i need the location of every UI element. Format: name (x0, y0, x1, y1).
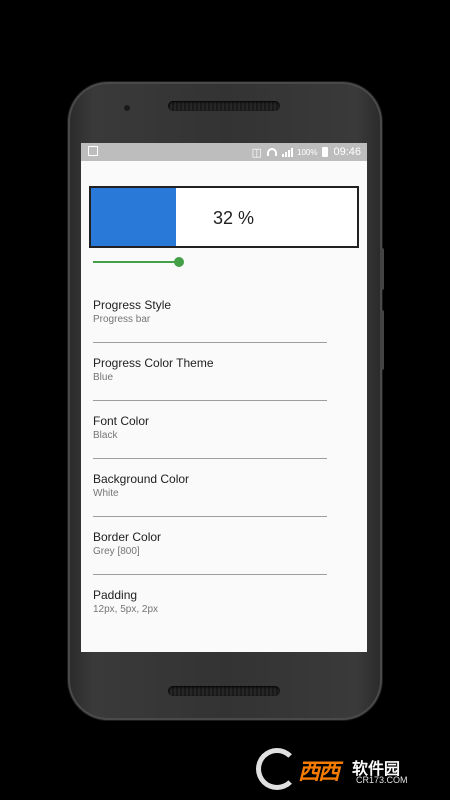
slider-track[interactable] (93, 261, 179, 263)
battery-icon (322, 147, 329, 157)
watermark-c-icon (256, 748, 298, 790)
setting-title: Padding (93, 588, 138, 602)
watermark-domain: CR173.COM (356, 775, 408, 785)
signal-icon (282, 147, 293, 157)
power-button (380, 248, 384, 290)
gallery-notification-icon (88, 146, 98, 156)
slider-thumb[interactable] (174, 257, 184, 267)
top-speaker (168, 101, 280, 111)
setting-title: Border Color (93, 530, 162, 544)
progress-bar-preview: 32 % (89, 186, 359, 248)
volume-button (380, 310, 384, 370)
setting-title: Font Color (93, 414, 150, 428)
watermark-logo: 西西 软件园 CR173.COM (256, 748, 432, 790)
setting-value: Blue (93, 372, 114, 383)
progress-label: 32 % (213, 208, 255, 228)
clock: 09:46 (333, 146, 361, 158)
setting-progress-style[interactable]: Progress Style Progress bar (93, 285, 327, 343)
setting-title: Background Color (93, 472, 190, 486)
watermark-brand: 西西 (298, 759, 340, 784)
setting-title: Progress Style (93, 298, 172, 312)
setting-background-color[interactable]: Background Color White (93, 459, 327, 517)
setting-value: White (93, 488, 119, 499)
settings-list: Progress Style Progress bar Progress Col… (93, 285, 327, 633)
battery-percent: 100% (297, 147, 318, 157)
bottom-speaker (168, 686, 280, 696)
setting-value: Black (93, 430, 118, 441)
setting-padding[interactable]: Padding 12px, 5px, 2px (93, 575, 327, 633)
setting-value: Progress bar (93, 314, 151, 325)
progress-slider[interactable] (93, 255, 184, 269)
setting-border-color[interactable]: Border Color Grey [800] (93, 517, 327, 575)
setting-title: Progress Color Theme (93, 356, 214, 370)
setting-value: 12px, 5px, 2px (93, 604, 159, 615)
status-icons: ◫ 100% 09:46 (252, 143, 361, 161)
setting-progress-color-theme[interactable]: Progress Color Theme Blue (93, 343, 327, 401)
setting-font-color[interactable]: Font Color Black (93, 401, 327, 459)
status-bar: ◫ 100% 09:46 (81, 143, 367, 161)
vibrate-icon: ◫ (251, 146, 262, 159)
progress-fill (91, 188, 177, 246)
front-camera (124, 105, 130, 111)
app-screen: ◫ 100% 09:46 32 % Progress Style Progres… (81, 143, 367, 652)
wifi-icon (267, 148, 277, 156)
setting-value: Grey [800] (93, 546, 140, 557)
